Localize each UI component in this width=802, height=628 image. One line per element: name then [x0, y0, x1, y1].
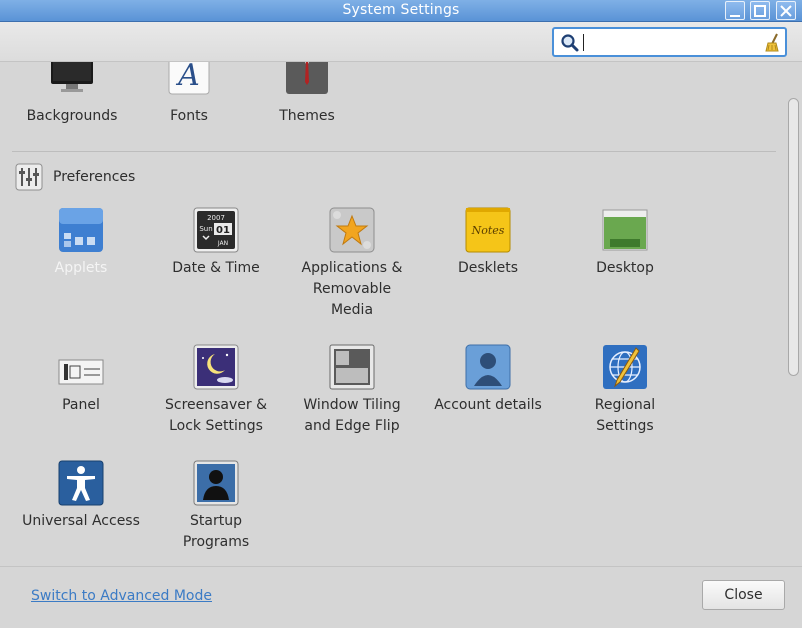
item-label: Panel [62, 397, 100, 413]
clear-search-icon[interactable] [763, 32, 783, 54]
item-label: Fonts [170, 108, 208, 124]
accessibility-icon [58, 460, 104, 506]
desktop-item[interactable]: Desktop [557, 207, 693, 317]
notes-icon: Notes [465, 207, 511, 253]
startup-programs-item[interactable]: Startup Programs [148, 460, 284, 560]
scrollbar-thumb[interactable] [788, 98, 799, 376]
calendar-weekday: Sun [199, 225, 212, 233]
startup-silhouette-icon [193, 460, 239, 506]
item-label: Themes [279, 108, 335, 124]
maximize-icon [754, 5, 766, 17]
item-label: Startup Programs [182, 513, 250, 550]
item-label: Desktop [596, 260, 654, 276]
title-bar: System Settings [0, 0, 802, 22]
search-icon [561, 34, 579, 52]
settings-content: Backgrounds A Fonts Themes Preferences A… [0, 62, 788, 566]
window-title: System Settings [342, 2, 460, 18]
calendar-day: 01 [216, 225, 230, 236]
section-divider [12, 151, 776, 152]
maximize-button[interactable] [750, 1, 770, 20]
search-input[interactable] [582, 32, 762, 52]
fonts-item[interactable]: A Fonts [121, 62, 257, 132]
item-label: Date & Time [172, 260, 260, 276]
minimize-button[interactable] [725, 1, 745, 20]
window-tiling-item[interactable]: Window Tiling and Edge Flip [284, 344, 420, 454]
globe-icon [603, 345, 647, 389]
themes-suit-icon [286, 62, 328, 94]
calendar-year: 2007 [207, 214, 225, 222]
universal-access-item[interactable]: Universal Access [13, 460, 149, 560]
item-label: Applets [54, 260, 108, 276]
calendar-icon: 2007 Sun 01 JAN [193, 207, 239, 253]
regional-settings-item[interactable]: Regional Settings [557, 344, 693, 454]
item-label: Screensaver & Lock Settings [164, 397, 268, 434]
applications-media-item[interactable]: Applications & Removable Media [284, 207, 420, 337]
desklets-item[interactable]: Notes Desklets [420, 207, 556, 317]
search-box[interactable] [552, 27, 787, 57]
media-star-icon [329, 207, 375, 253]
panel-item[interactable]: Panel [13, 344, 149, 444]
date-time-item[interactable]: 2007 Sun 01 JAN Date & Time [148, 207, 284, 317]
applets-icon [59, 208, 103, 252]
account-details-item[interactable]: Account details [420, 344, 556, 444]
screensaver-moon-icon [193, 344, 239, 390]
themes-item[interactable]: Themes [239, 62, 375, 132]
monitor-icon [51, 62, 93, 92]
screensaver-item[interactable]: Screensaver & Lock Settings [148, 344, 284, 454]
toolbar [0, 22, 802, 62]
close-button[interactable]: Close [702, 580, 785, 610]
backgrounds-item[interactable]: Backgrounds [4, 62, 140, 132]
item-label: Backgrounds [26, 108, 118, 124]
section-title-preferences: Preferences [53, 169, 136, 185]
item-label: Window Tiling and Edge Flip [303, 397, 401, 434]
bottom-bar: Switch to Advanced Mode Close [0, 566, 802, 628]
user-account-icon [465, 344, 511, 390]
close-icon [780, 5, 792, 17]
item-label: Universal Access [22, 513, 140, 529]
item-label: Applications & Removable Media [301, 260, 403, 318]
svg-text:A: A [175, 62, 200, 93]
item-label: Regional Settings [594, 397, 656, 434]
applets-item[interactable]: Applets [13, 207, 149, 317]
font-icon: A [168, 62, 210, 95]
calendar-month: JAN [217, 240, 228, 247]
item-label: Desklets [457, 260, 519, 276]
text-cursor [583, 34, 584, 51]
notes-text: Notes [471, 224, 505, 237]
switch-advanced-mode-link[interactable]: Switch to Advanced Mode [31, 588, 212, 604]
panel-icon [58, 359, 104, 385]
minimize-icon [730, 15, 740, 17]
desktop-icon [602, 209, 648, 251]
preferences-sliders-icon [15, 163, 43, 191]
window-tiling-icon [329, 344, 375, 390]
close-window-button[interactable] [776, 1, 796, 20]
item-label: Account details [434, 397, 542, 413]
